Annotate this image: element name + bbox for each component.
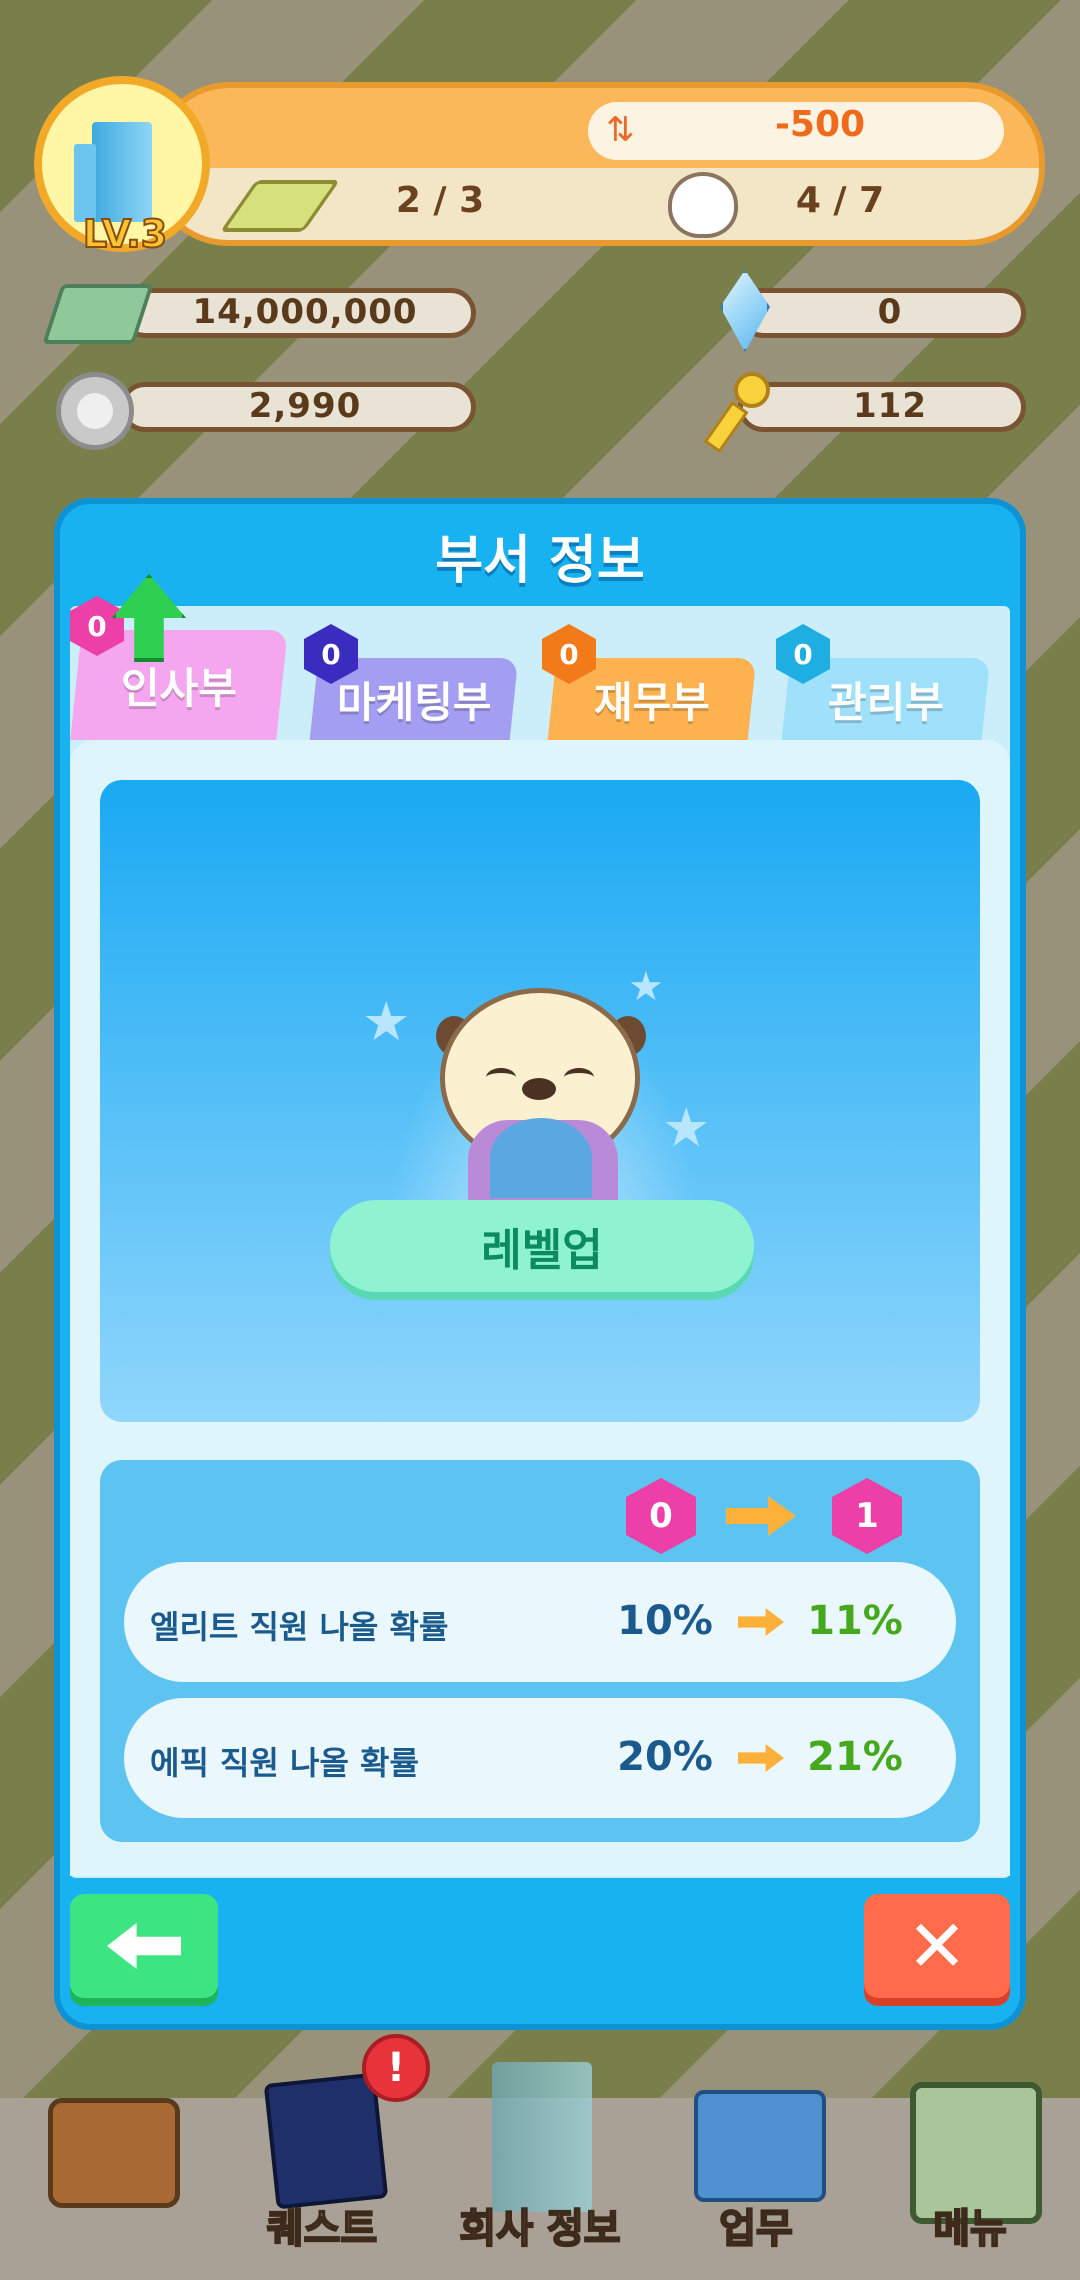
key-icon (703, 372, 772, 454)
close-button[interactable]: ✕ (864, 1894, 1010, 1998)
stat-to-value: 21% (807, 1734, 903, 1780)
nav-label: 회사 정보 (458, 2205, 621, 2253)
dialog-title: 부서 정보 (435, 531, 645, 591)
stat-to-value: 11% (807, 1598, 903, 1644)
star-icon: ★ (628, 964, 664, 1010)
tab-label: 관리부 (828, 677, 944, 727)
arrow-left-icon (107, 1923, 181, 1969)
levelup-button[interactable]: 레벨업 (330, 1200, 754, 1292)
otter-ball (490, 1118, 592, 1198)
otter-nose (522, 1078, 556, 1100)
nav-tasks[interactable]: 업무 (656, 2080, 856, 2280)
nav-company-info[interactable]: 회사 정보 (440, 2080, 640, 2280)
gem-value: 0 (877, 292, 903, 332)
cat-coin-icon (56, 372, 134, 450)
coin-value: 2,990 (248, 386, 362, 426)
tab-label: 마케팅부 (336, 677, 492, 727)
money-stack-icon (42, 284, 154, 344)
staff-count: 4 / 7 (795, 180, 885, 221)
stat-label: 엘리트 직원 나올 확률 (150, 1608, 449, 1646)
nav-quest[interactable]: 퀘스트 (222, 2080, 422, 2280)
stat-from-value: 20% (617, 1734, 713, 1780)
key-value: 112 (853, 386, 927, 426)
star-icon: ★ (362, 990, 411, 1053)
nav-label: 업무 (718, 2205, 794, 2253)
company-building-icon (74, 122, 152, 222)
money-value: 14,000,000 (192, 292, 418, 332)
balance-change-value: -500 (774, 104, 866, 145)
nav-label: 퀘스트 (266, 2205, 378, 2253)
land-count: 2 / 3 (395, 180, 485, 221)
back-button[interactable] (70, 1894, 218, 1998)
stat-label: 에픽 직원 나올 확률 (150, 1744, 419, 1782)
tab-label: 재무부 (594, 677, 710, 727)
nav-menu[interactable]: 메뉴 (870, 2080, 1070, 2280)
star-icon: ★ (662, 1096, 711, 1159)
otter-eye (486, 1068, 516, 1087)
otter-eye (564, 1068, 594, 1087)
nav-label: 메뉴 (932, 2205, 1008, 2253)
briefcase-icon[interactable] (48, 2098, 180, 2208)
staff-animal-icon (668, 172, 738, 238)
company-level-text: LV.3 (82, 211, 168, 257)
up-down-arrows-icon: ⇅ (606, 110, 635, 150)
stat-from-value: 10% (617, 1598, 713, 1644)
tab-label: 인사부 (121, 663, 237, 713)
